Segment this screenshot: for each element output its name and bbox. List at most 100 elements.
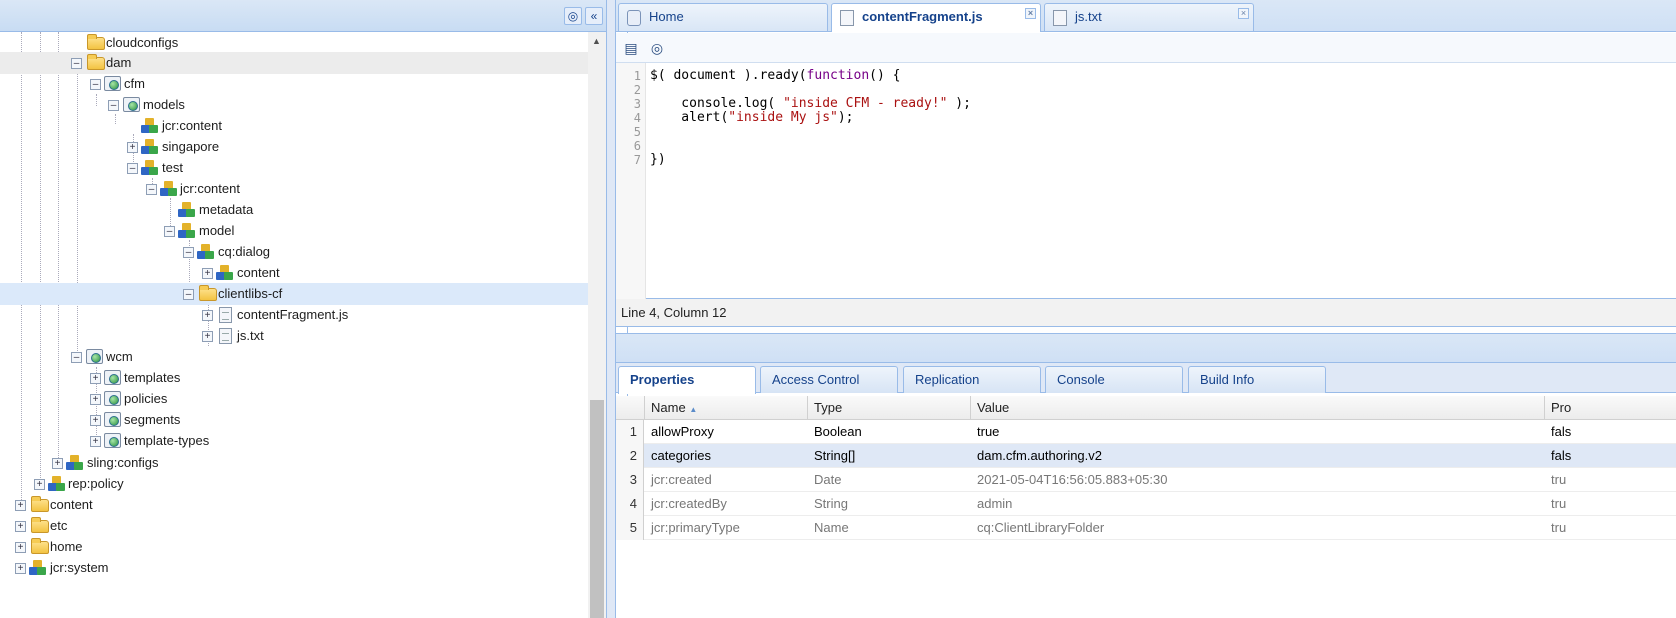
tab-console[interactable]: Console: [1045, 366, 1183, 393]
repository-tree: cloudconfigs – dam – cfm – models jcr:co…: [0, 32, 628, 618]
expand-toggle-icon[interactable]: +: [90, 415, 101, 426]
file-icon: [840, 10, 854, 26]
tree-item-rep-policy[interactable]: + rep:policy: [0, 473, 628, 495]
tree-item-templates[interactable]: + templates: [0, 367, 628, 389]
tree-item-jcr-content[interactable]: jcr:content: [0, 115, 628, 137]
table-row[interactable]: 2 categories String[] dam.cfm.authoring.…: [616, 444, 1676, 468]
code-line[interactable]: $( document ).ready(function() {: [650, 69, 900, 83]
code-line[interactable]: }): [650, 153, 666, 167]
table-row[interactable]: 3 jcr:created Date 2021-05-04T16:56:05.8…: [616, 468, 1676, 492]
cubes-icon: [48, 476, 66, 492]
tab-access-control[interactable]: Access Control: [760, 366, 898, 393]
tree-item-js-txt[interactable]: + js.txt: [0, 325, 628, 347]
tab-properties[interactable]: Properties: [618, 366, 756, 394]
code-line[interactable]: alert("inside My js");: [650, 111, 853, 125]
tree-item-test[interactable]: – test: [0, 157, 628, 179]
collapse-toggle-icon[interactable]: –: [71, 58, 82, 69]
close-icon[interactable]: ×: [1025, 8, 1036, 19]
tree-item-home[interactable]: + home: [0, 536, 628, 558]
expand-toggle-icon[interactable]: +: [15, 542, 26, 553]
tree-item-cloudconfigs[interactable]: cloudconfigs: [0, 32, 628, 54]
collapse-panel-icon[interactable]: «: [585, 7, 603, 25]
panel-splitter[interactable]: [606, 0, 616, 618]
tree-item-singapore[interactable]: + singapore: [0, 136, 628, 158]
tree-item-contentfragment-js[interactable]: + contentFragment.js: [0, 304, 628, 326]
code-line[interactable]: console.log( "inside CFM - ready!" );: [650, 97, 971, 111]
expand-toggle-icon[interactable]: +: [52, 458, 63, 469]
editor-area: Home contentFragment.js × js.txt × ▤ ◎ 1…: [616, 0, 1676, 618]
scrollbar-thumb[interactable]: [590, 400, 604, 618]
tree-scrollbar[interactable]: ▲: [588, 32, 606, 618]
tree-item-cq-dialog[interactable]: – cq:dialog: [0, 241, 628, 263]
collapse-toggle-icon[interactable]: –: [164, 226, 175, 237]
binoculars-icon[interactable]: ◎: [564, 7, 582, 25]
line-number: 6: [633, 139, 641, 153]
tree-item-jcr-content[interactable]: – jcr:content: [0, 178, 628, 200]
tree-item-wcm[interactable]: – wcm: [0, 346, 628, 368]
tab-js-txt[interactable]: js.txt ×: [1044, 3, 1254, 31]
tree-item-models[interactable]: – models: [0, 94, 628, 116]
tab-contentfragment-js[interactable]: contentFragment.js ×: [831, 3, 1041, 32]
sort-ascending-icon: ▲: [689, 405, 698, 414]
editor-toolbar: ▤ ◎: [616, 33, 1676, 63]
tab-build-info[interactable]: Build Info: [1188, 366, 1326, 393]
tree-item-content[interactable]: + content: [0, 262, 628, 284]
column-header-type[interactable]: Type: [808, 396, 971, 420]
expand-toggle-icon[interactable]: +: [90, 436, 101, 447]
collapse-toggle-icon[interactable]: –: [108, 100, 119, 111]
expand-toggle-icon[interactable]: +: [15, 563, 26, 574]
table-row[interactable]: 4 jcr:createdBy String admin tru: [616, 492, 1676, 516]
repository-tree-panel: ◎ « cloudconfigs – dam – cfm – models jc…: [0, 0, 628, 618]
tree-item-sling-configs[interactable]: + sling:configs: [0, 452, 628, 474]
collapse-toggle-icon[interactable]: –: [183, 247, 194, 258]
tree-item-content-root[interactable]: + content: [0, 494, 628, 516]
scroll-up-icon[interactable]: ▲: [592, 36, 601, 46]
collapse-toggle-icon[interactable]: –: [183, 289, 194, 300]
tab-home[interactable]: Home: [618, 3, 828, 31]
expand-toggle-icon[interactable]: +: [15, 500, 26, 511]
collapse-toggle-icon[interactable]: –: [127, 163, 138, 174]
table-row[interactable]: 5 jcr:primaryType Name cq:ClientLibraryF…: [616, 516, 1676, 540]
column-header-protected[interactable]: Pro: [1545, 396, 1676, 420]
cubes-icon: [197, 244, 215, 260]
file-icon: [1053, 10, 1067, 26]
grid-header: Name ▲ Type Value Pro: [616, 396, 1676, 420]
tree-item-etc[interactable]: + etc: [0, 515, 628, 537]
cubes-icon: [29, 560, 47, 576]
tree-item-metadata[interactable]: metadata: [0, 199, 628, 221]
column-header-value[interactable]: Value: [971, 396, 1545, 420]
tree-item-clientlibs-cf[interactable]: – clientlibs-cf: [0, 283, 628, 305]
tree-item-model[interactable]: – model: [0, 220, 628, 242]
folder-icon: [199, 285, 217, 301]
column-header-name[interactable]: Name ▲: [645, 396, 808, 420]
table-row[interactable]: 1 allowProxy Boolean true fals: [616, 420, 1676, 444]
folder-icon: [87, 54, 105, 70]
collapse-toggle-icon[interactable]: –: [90, 79, 101, 90]
collapse-toggle-icon[interactable]: –: [146, 184, 157, 195]
tree-item-cfm[interactable]: – cfm: [0, 73, 628, 95]
binoculars-icon[interactable]: ◎: [647, 38, 667, 58]
tree-item-dam[interactable]: – dam: [0, 52, 628, 74]
tree-item-template-types[interactable]: + template-types: [0, 430, 628, 452]
expand-toggle-icon[interactable]: +: [90, 394, 101, 405]
node-icon: [104, 76, 121, 91]
expand-toggle-icon[interactable]: +: [15, 521, 26, 532]
expand-toggle-icon[interactable]: +: [90, 373, 101, 384]
node-icon: [86, 349, 103, 364]
node-icon: [104, 370, 121, 385]
expand-toggle-icon[interactable]: +: [202, 331, 213, 342]
code-editor[interactable]: 1 2 3 4 5 6 7 $( document ).ready(functi…: [616, 63, 1676, 299]
expand-toggle-icon[interactable]: +: [202, 310, 213, 321]
tab-replication[interactable]: Replication: [903, 366, 1041, 393]
expand-toggle-icon[interactable]: +: [34, 479, 45, 490]
line-number: 2: [633, 83, 641, 97]
expand-toggle-icon[interactable]: +: [127, 142, 138, 153]
close-icon[interactable]: ×: [1238, 8, 1249, 19]
expand-toggle-icon[interactable]: +: [202, 268, 213, 279]
tree-item-segments[interactable]: + segments: [0, 409, 628, 431]
collapse-toggle-icon[interactable]: –: [71, 352, 82, 363]
tree-item-policies[interactable]: + policies: [0, 388, 628, 410]
tree-item-jcr-system[interactable]: + jcr:system: [0, 557, 628, 579]
format-icon[interactable]: ▤: [621, 38, 641, 58]
properties-panel-header: [616, 333, 1676, 363]
